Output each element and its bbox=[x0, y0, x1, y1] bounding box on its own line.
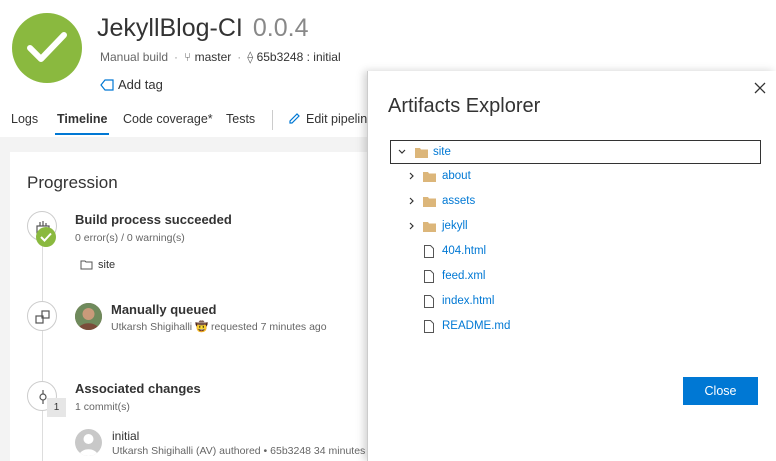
avatar bbox=[75, 303, 102, 330]
success-check-small-icon bbox=[36, 227, 56, 247]
tree-item-jekyll[interactable]: jekyll bbox=[390, 215, 761, 239]
file-icon bbox=[424, 320, 434, 333]
build-meta: Manual build · ⑂ master · ⟠ 65b3248 : initia… bbox=[100, 50, 341, 64]
tab-timeline[interactable]: Timeline bbox=[54, 112, 110, 135]
build-version: 0.0.4 bbox=[252, 14, 309, 42]
chevron-down-icon[interactable] bbox=[397, 147, 407, 157]
artifact-site-label: site bbox=[98, 259, 116, 271]
tab-tests[interactable]: Tests bbox=[226, 112, 255, 126]
tree-item-label: README.md bbox=[442, 320, 511, 332]
add-tag-label: Add tag bbox=[118, 77, 163, 92]
artifacts-explorer-panel: Artifacts Explorer site about assets jek… bbox=[367, 71, 776, 461]
commit-count-badge: 1 bbox=[47, 398, 66, 417]
pencil-icon bbox=[289, 113, 300, 124]
file-icon bbox=[424, 245, 434, 258]
commit-message[interactable]: initial bbox=[112, 429, 139, 443]
tree-item-index-html[interactable]: index.html bbox=[390, 290, 761, 314]
add-tag-button[interactable]: Add tag bbox=[100, 77, 163, 92]
build-name: JekyllBlog-CI bbox=[97, 14, 243, 42]
artifact-site-link[interactable]: site bbox=[80, 259, 115, 271]
file-icon bbox=[424, 295, 434, 308]
success-check-icon bbox=[12, 13, 82, 83]
tree-item-404-html[interactable]: 404.html bbox=[390, 240, 761, 264]
chevron-right-icon[interactable] bbox=[407, 196, 417, 206]
tree-item-label: feed.xml bbox=[442, 270, 486, 282]
tree-item-label: assets bbox=[442, 195, 476, 207]
step-build-subtitle: 0 error(s) / 0 warning(s) bbox=[75, 232, 185, 244]
tree-item-label: jekyll bbox=[442, 220, 468, 232]
panel-title: Artifacts Explorer bbox=[388, 95, 541, 117]
file-icon bbox=[424, 270, 434, 283]
close-button[interactable]: Close bbox=[683, 377, 758, 405]
commit-author-avatar bbox=[75, 429, 102, 456]
tree-item-assets[interactable]: assets bbox=[390, 190, 761, 214]
branch-name[interactable]: master bbox=[195, 50, 232, 64]
chevron-right-icon[interactable] bbox=[407, 171, 417, 181]
tree-item-label: index.html bbox=[442, 295, 495, 307]
tree-item-label: 404.html bbox=[442, 245, 487, 257]
tree-item-label: site bbox=[433, 146, 451, 158]
commit-meta: Utkarsh Shigihalli (AV) authored • 65b32… bbox=[112, 445, 375, 457]
commit-icon: ⟠ bbox=[247, 50, 254, 64]
build-tabs: Logs Timeline Code coverage* Tests Edit … bbox=[0, 106, 370, 136]
branch-icon: ⑂ bbox=[184, 50, 192, 64]
step-changes-title: Associated changes bbox=[75, 381, 201, 396]
build-trigger: Manual build bbox=[100, 50, 169, 64]
tree-item-readme-md[interactable]: README.md bbox=[390, 315, 761, 339]
progression-title: Progression bbox=[27, 173, 118, 192]
tree-item-about[interactable]: about bbox=[390, 165, 761, 189]
tree-item-label: about bbox=[442, 170, 471, 182]
step-changes-subtitle: 1 commit(s) bbox=[75, 401, 130, 413]
artifact-folder-icon bbox=[80, 260, 93, 270]
chevron-right-icon[interactable] bbox=[407, 221, 417, 231]
folder-icon bbox=[415, 148, 428, 158]
folder-icon bbox=[423, 172, 436, 182]
tab-logs[interactable]: Logs bbox=[11, 112, 38, 126]
tree-item-site[interactable]: site bbox=[390, 140, 761, 164]
tab-code-coverage[interactable]: Code coverage* bbox=[123, 112, 213, 126]
tree-item-feed-xml[interactable]: feed.xml bbox=[390, 265, 761, 289]
tab-divider bbox=[272, 110, 273, 130]
build-title: JekyllBlog-CI 0.0.4 bbox=[97, 14, 308, 43]
queue-step-icon bbox=[27, 301, 57, 331]
folder-icon bbox=[423, 222, 436, 232]
commit-ref[interactable]: 65b3248 : initial bbox=[257, 50, 341, 64]
step-queued-title: Manually queued bbox=[111, 302, 217, 317]
edit-pipeline-button[interactable]: Edit pipelin bbox=[288, 112, 367, 126]
close-icon[interactable] bbox=[753, 81, 767, 95]
step-build-title: Build process succeeded bbox=[75, 212, 232, 227]
edit-pipeline-label: Edit pipelin bbox=[306, 112, 368, 126]
step-queued-subtitle: Utkarsh Shigihalli 🤠 requested 7 minutes… bbox=[111, 321, 327, 333]
folder-icon bbox=[423, 197, 436, 207]
timeline-line bbox=[42, 240, 43, 461]
tag-icon bbox=[100, 79, 114, 91]
